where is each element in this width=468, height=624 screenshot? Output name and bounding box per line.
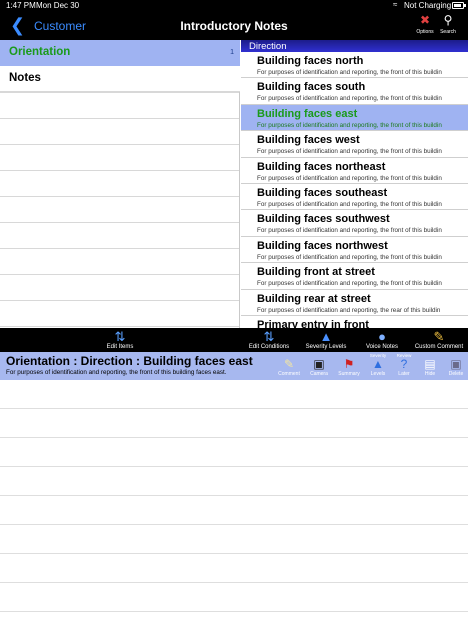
search-button[interactable]: ⚲ Search (437, 13, 459, 35)
custom-comment-button[interactable]: ✎ Custom Comment (412, 329, 466, 351)
condition-rows: Building faces north For purposes of iden… (241, 52, 468, 328)
custom-comment-label: Custom Comment (414, 344, 464, 350)
condition-item[interactable]: Building faces southeast For purposes of … (241, 184, 468, 211)
category-label: Notes (9, 72, 41, 84)
condition-section-header: Direction (241, 40, 468, 52)
condition-title: Building faces northwest (257, 239, 388, 252)
search-label: Search (440, 29, 456, 35)
document-icon: ▤ (424, 357, 436, 371)
microphone-icon: ● (378, 329, 386, 344)
condition-title: Building faces northeast (257, 160, 386, 173)
status-date: Mon Dec 30 (36, 1, 80, 10)
nav-bar: ❮ Customer Introductory Notes ✖ Options … (0, 12, 468, 40)
selected-detail-bar: Orientation : Direction : Building faces… (0, 352, 468, 380)
levels-button[interactable]: Severity ▲ Levels (366, 353, 390, 377)
condition-title: Building faces north (257, 55, 364, 67)
condition-item[interactable]: Building faces northwest For purposes of … (241, 237, 468, 264)
flag-icon: ⚑ (343, 357, 355, 371)
wifi-icon: ≈ (393, 0, 398, 9)
options-label: Options (416, 29, 434, 35)
comment-label: Comment (278, 371, 300, 377)
voice-notes-button[interactable]: ● Voice Notes (360, 329, 404, 351)
condition-title: Building front at street (257, 266, 375, 279)
battery-fill (454, 4, 461, 7)
condition-title: Building rear at street (257, 292, 371, 305)
status-bar: 1:47 PM Mon Dec 30 ≈ Not Charging (0, 0, 468, 12)
charging-status: Not Charging (404, 1, 452, 10)
category-count: 1 (230, 49, 234, 56)
condition-item[interactable]: Primary entry in front (241, 316, 468, 328)
status-time: 1:47 PM (6, 1, 36, 10)
tools-icon: ✖ (419, 13, 431, 27)
condition-item[interactable]: Building faces east For purposes of ident… (241, 104, 468, 132)
category-item-orientation[interactable]: Orientation 1 (0, 40, 240, 66)
notes-area[interactable] (0, 380, 468, 624)
condition-title: Building faces southeast (257, 186, 388, 199)
condition-item[interactable]: Building faces south For purposes of iden… (241, 78, 468, 105)
condition-title: Primary entry in front (257, 318, 369, 328)
warning-triangle-icon: ▲ (319, 329, 333, 344)
condition-subtitle: For purposes of identification and repor… (257, 280, 442, 288)
condition-subtitle: For purposes of identification and repor… (257, 253, 442, 261)
edit-conditions-label: Edit Conditions (248, 344, 290, 350)
severity-levels-button[interactable]: ▲ Severity Levels (300, 329, 352, 351)
condition-title: Building faces southwest (257, 213, 390, 226)
trash-icon: ▣ (450, 357, 462, 371)
condition-item[interactable]: Building faces northeast For purposes of … (241, 158, 468, 184)
category-label: Orientation (9, 46, 71, 58)
camera-icon: ▣ (313, 357, 325, 371)
edit-arrows-icon: ⇅ (263, 329, 275, 344)
condition-list: Direction Building faces north For purpos… (241, 40, 468, 328)
app-root: 1:47 PM Mon Dec 30 ≈ Not Charging ❮ Cust… (0, 0, 468, 624)
camera-label: Camera (310, 371, 328, 377)
condition-item[interactable]: Building rear at street For purposes of i… (241, 290, 468, 316)
question-icon: ? (400, 357, 408, 371)
category-list: Orientation 1 Notes (0, 40, 240, 328)
battery-icon (452, 2, 466, 9)
condition-subtitle: For purposes of identification and repor… (257, 148, 442, 156)
search-icon: ⚲ (443, 13, 453, 27)
options-button[interactable]: ✖ Options (414, 13, 436, 35)
edit-arrows-icon: ⇅ (114, 329, 126, 344)
levels-label: Levels (370, 371, 386, 377)
hide-label: Hide (424, 371, 436, 377)
edit-conditions-button[interactable]: ⇅ Edit Conditions (244, 329, 294, 351)
comment-icon: ✎ (283, 357, 295, 371)
delete-label: Delete (448, 371, 464, 377)
condition-item[interactable]: Building faces southwest For purposes of … (241, 210, 468, 237)
condition-subtitle: For purposes of identification and repor… (257, 95, 442, 103)
voice-notes-label: Voice Notes (365, 344, 399, 350)
condition-subtitle: For purposes of identification and repor… (257, 69, 442, 76)
summary-button[interactable]: ⚑ Summary (337, 353, 361, 378)
camera-button[interactable]: ▣ Camera (307, 353, 331, 378)
condition-item[interactable]: Building faces west For purposes of ident… (241, 131, 468, 158)
severity-levels-label: Severity Levels (305, 344, 347, 350)
detail-subtitle: For purposes of identification and repor… (6, 369, 227, 376)
condition-item[interactable]: Building faces north For purposes of iden… (241, 52, 468, 79)
detail-title: Orientation : Direction : Building faces… (6, 354, 253, 368)
later-button[interactable]: Review ? Later (392, 353, 416, 377)
condition-subtitle: For purposes of identification and repor… (257, 121, 442, 129)
bottom-toolbar: ⇅ Edit Items ⇅ Edit Conditions ▲ Severit… (0, 328, 468, 352)
warning-triangle-icon: ▲ (372, 357, 384, 371)
condition-title: Building faces west (257, 134, 360, 147)
condition-subtitle: For purposes of identification and repor… (257, 174, 442, 182)
condition-title: Building faces south (257, 81, 366, 94)
edit-items-label: Edit Items (106, 344, 134, 350)
delete-button[interactable]: ▣ Delete (444, 353, 468, 378)
later-label: Later (398, 371, 410, 377)
summary-label: Summary (338, 371, 360, 377)
condition-subtitle: For purposes of identification and repor… (257, 227, 442, 235)
comment-button[interactable]: ✎ Comment (277, 353, 301, 378)
back-button[interactable]: Customer (34, 19, 86, 33)
condition-subtitle: For purposes of identification and repor… (257, 306, 441, 314)
hide-button[interactable]: ▤ Hide (418, 353, 442, 378)
edit-items-button[interactable]: ⇅ Edit Items (100, 329, 140, 351)
condition-item[interactable]: Building front at street For purposes of … (241, 263, 468, 290)
category-item-notes[interactable]: Notes (0, 66, 240, 92)
condition-title: Building faces east (257, 107, 358, 120)
pencil-icon: ✎ (433, 329, 445, 344)
back-chevron-icon[interactable]: ❮ (10, 15, 25, 36)
condition-subtitle: For purposes of identification and repor… (257, 200, 442, 208)
